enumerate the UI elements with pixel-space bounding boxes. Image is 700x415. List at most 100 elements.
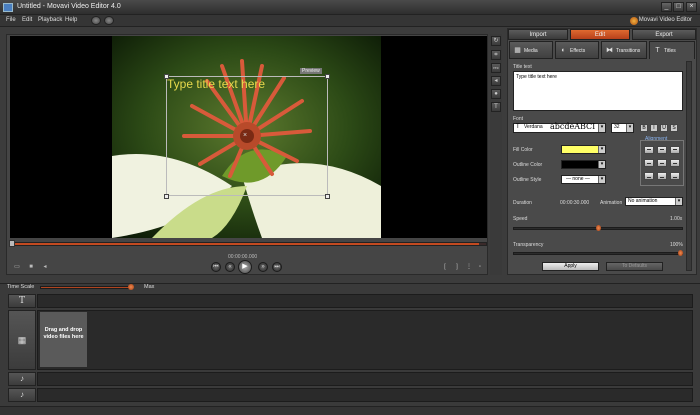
to-defaults-button[interactable]: To Defaults	[606, 262, 663, 271]
align-middle-right-button[interactable]	[670, 159, 680, 167]
menu-edit[interactable]: Edit	[22, 17, 32, 23]
text-icon[interactable]: T	[491, 102, 501, 112]
menu-help[interactable]: Help	[65, 17, 77, 23]
maximize-button[interactable]: □	[673, 2, 684, 12]
duration-value[interactable]: 00:00:30.000	[560, 200, 589, 206]
outline-color-dropdown[interactable]: ▾	[598, 160, 606, 169]
titles-icon: T	[655, 47, 660, 54]
subtab-media[interactable]: ▦ Media	[509, 41, 553, 59]
speed-value: 1.00x	[670, 216, 683, 222]
undo-button[interactable]	[91, 16, 101, 25]
mark-in-icon[interactable]: [	[441, 263, 449, 271]
subtab-titles[interactable]: T Titles	[649, 41, 695, 59]
menu-playback[interactable]: Playback	[38, 17, 62, 23]
subtab-effects[interactable]: ◐ Effects	[555, 41, 599, 59]
overlay-title-text[interactable]: Type title text here	[167, 77, 265, 91]
align-bottom-center-button[interactable]	[657, 172, 667, 180]
audio-track-2[interactable]	[37, 388, 693, 402]
go-to-start-button[interactable]: ⏮	[211, 262, 221, 272]
chevron-down-icon: ▾	[626, 124, 633, 132]
playback-progress-thumb[interactable]	[9, 240, 15, 247]
time-scale-label: Time Scale	[7, 284, 35, 290]
video-track-header-icon[interactable]: ▦	[8, 310, 36, 370]
film-icon: ▦	[514, 47, 521, 54]
step-forward-button[interactable]: »	[258, 262, 268, 272]
time-scale-max-label: Max	[144, 284, 155, 290]
fullscreen-icon[interactable]: ▭	[13, 263, 21, 271]
center-crosshair-icon: ×	[243, 132, 248, 139]
time-readout: 00:00:00.000	[228, 254, 258, 260]
align-top-left-button[interactable]	[644, 146, 654, 154]
time-scale-slider-thumb[interactable]	[128, 284, 134, 290]
tab-export[interactable]: Export	[632, 29, 696, 40]
transparency-slider-thumb[interactable]	[678, 250, 683, 256]
panel-scrollbar[interactable]	[686, 61, 692, 271]
movavi-logo-icon	[630, 17, 638, 25]
color-icon[interactable]: ●	[491, 89, 501, 99]
subtab-transitions[interactable]: ⧓ Transitions	[601, 41, 647, 59]
audio-icon[interactable]: ◂	[491, 76, 501, 86]
tab-import[interactable]: Import	[508, 29, 568, 40]
align-bottom-right-button[interactable]	[670, 172, 680, 180]
marker-icon[interactable]: ▫	[476, 263, 484, 271]
title-track[interactable]	[37, 294, 693, 308]
underline-button[interactable]: U	[660, 124, 668, 132]
split-icon[interactable]: ⋮	[465, 263, 473, 271]
align-top-right-button[interactable]	[670, 146, 680, 154]
resize-handle-top-right[interactable]	[325, 74, 330, 79]
step-back-button[interactable]: «	[225, 262, 235, 272]
volume-icon[interactable]: ◂	[41, 263, 49, 271]
stop-icon[interactable]: ■	[27, 263, 35, 271]
font-select[interactable]: T Verdana abcdeABCI ▾	[513, 123, 606, 133]
audio-track-1-header-icon[interactable]: ♪	[8, 372, 36, 386]
resize-handle-bottom-right[interactable]	[325, 194, 330, 199]
subtab-transitions-label: Transitions	[616, 48, 641, 54]
bold-button[interactable]: B	[640, 124, 648, 132]
brand-name: Movavi Video Editor	[638, 17, 692, 23]
drop-zone-tile[interactable]: Drag and drop video files here	[39, 311, 88, 368]
align-top-center-button[interactable]	[657, 146, 667, 154]
animation-label: Animation	[600, 200, 623, 206]
rotate-icon[interactable]: ↻	[491, 36, 501, 46]
redo-button[interactable]	[104, 16, 114, 25]
chevron-down-icon: ▾	[598, 146, 605, 153]
align-middle-center-button[interactable]	[657, 159, 667, 167]
audio-track-1[interactable]	[37, 372, 693, 386]
apply-button[interactable]: Apply	[542, 262, 599, 271]
outline-style-value: none	[572, 176, 584, 182]
outline-style-select[interactable]: — none — ▾	[561, 175, 606, 184]
transparency-value: 100%	[670, 242, 683, 248]
speed-slider-thumb[interactable]	[595, 225, 601, 231]
subtab-media-label: Media	[524, 48, 538, 54]
minimize-button[interactable]: _	[661, 2, 672, 12]
align-middle-left-button[interactable]	[644, 159, 654, 167]
crop-icon[interactable]: ⌗	[491, 50, 501, 60]
title-text-label: Title text	[513, 64, 532, 70]
video-track[interactable]	[37, 310, 693, 370]
fill-color-swatch[interactable]	[561, 145, 599, 154]
speed-label: Speed	[513, 216, 528, 222]
mark-out-icon[interactable]: ]	[453, 263, 461, 271]
tab-edit[interactable]: Edit	[570, 29, 630, 40]
font-size-select[interactable]: 32 ▾	[611, 123, 634, 133]
fill-color-dropdown[interactable]: ▾	[598, 145, 606, 154]
timeline-horizontal-scrollbar[interactable]	[0, 406, 700, 415]
close-button[interactable]: ×	[686, 2, 697, 12]
resolution-icon[interactable]: rec	[491, 63, 501, 73]
animation-select[interactable]: No animation ▾	[625, 197, 683, 206]
resize-handle-bottom-left[interactable]	[164, 194, 169, 199]
title-track-header-icon[interactable]: T	[8, 294, 36, 308]
outline-color-swatch[interactable]	[561, 160, 599, 169]
menu-file[interactable]: File	[6, 17, 16, 23]
font-size-value: 32	[614, 124, 620, 130]
audio-track-2-header-icon[interactable]: ♪	[8, 388, 36, 402]
go-to-end-button[interactable]: ⏭	[272, 262, 282, 272]
italic-button[interactable]: I	[650, 124, 658, 132]
strikethrough-button[interactable]: S	[670, 124, 678, 132]
transparency-slider-track[interactable]	[513, 252, 683, 255]
align-bottom-left-button[interactable]	[644, 172, 654, 180]
outline-style-dash: —	[566, 176, 571, 182]
title-text-input[interactable]: Type title text here	[513, 71, 683, 111]
play-button[interactable]: ▶	[238, 260, 252, 274]
chevron-down-icon: ▾	[598, 161, 605, 168]
